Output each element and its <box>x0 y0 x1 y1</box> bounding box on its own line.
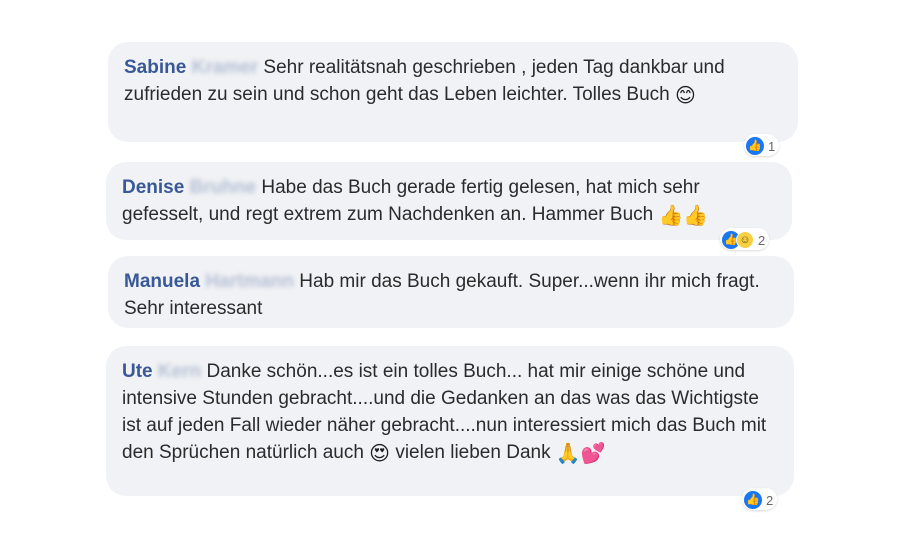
reaction-summary[interactable]: 👍 2 <box>742 488 778 510</box>
comment-author[interactable]: Denise Bruhne <box>122 177 256 198</box>
comment-text-continued: vielen lieben Dank <box>395 442 551 463</box>
like-icon: 👍 <box>746 137 764 155</box>
thumbs-up-emoji: 👍👍 <box>658 203 709 227</box>
comment-bubble: Sabine Kramer Sehr realitätsnah geschrie… <box>108 42 798 142</box>
comment-author[interactable]: Sabine Kramer <box>124 57 258 78</box>
praying-hands-heart-emoji: 🙏💕 <box>555 441 606 465</box>
comment-bubble: Manuela Hartmann Hab mir das Buch gekauf… <box>108 256 794 328</box>
reaction-summary[interactable]: 👍 ☺ 2 <box>720 228 770 250</box>
author-surname-blurred: Hartmann <box>205 271 294 292</box>
author-surname-blurred: Kern <box>157 361 202 382</box>
author-surname-blurred: Bruhne <box>189 177 257 198</box>
smiling-face-emoji: 😊 <box>675 83 696 107</box>
heart-eyes-emoji: 😍 <box>369 441 391 465</box>
author-surname-blurred: Kramer <box>191 57 259 78</box>
comment-bubble: Denise Bruhne Habe das Buch gerade ferti… <box>106 162 792 240</box>
reaction-count: 1 <box>768 138 776 154</box>
reaction-count: 2 <box>766 492 774 508</box>
comment-author[interactable]: Manuela Hartmann <box>124 271 294 292</box>
reaction-summary[interactable]: 👍 1 <box>744 134 780 156</box>
like-icon: 👍 <box>744 491 762 509</box>
reaction-count: 2 <box>758 232 766 248</box>
comment-author[interactable]: Ute Kern <box>122 361 201 382</box>
comment-list: Sabine Kramer Sehr realitätsnah geschrie… <box>0 0 916 548</box>
haha-icon: ☺ <box>736 231 754 249</box>
comment-bubble: Ute Kern Danke schön...es ist ein tolles… <box>106 346 794 496</box>
